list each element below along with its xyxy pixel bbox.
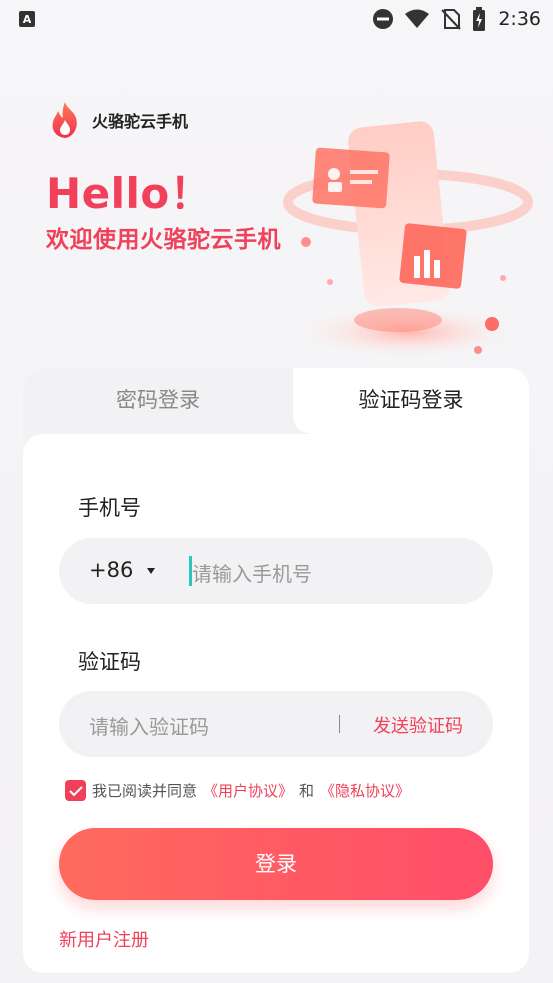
register-link[interactable]: 新用户注册 <box>59 926 149 952</box>
code-input[interactable]: 请输入验证码 <box>89 711 209 740</box>
agreement-checkbox[interactable] <box>65 780 86 801</box>
welcome-subtitle: 欢迎使用火骆驼云手机 <box>46 227 281 253</box>
code-label: 验证码 <box>78 650 141 674</box>
battery-charging-icon <box>473 7 486 31</box>
no-sim-icon <box>441 9 462 30</box>
status-bar: A 2:36 <box>0 0 553 38</box>
brand: 火骆驼云手机 <box>48 100 188 140</box>
user-agreement-link[interactable]: 《用户协议》 <box>203 780 293 801</box>
svg-text:A: A <box>23 13 32 26</box>
wifi-icon <box>405 9 430 28</box>
status-time: 2:36 <box>498 8 541 30</box>
phone-label: 手机号 <box>78 496 141 520</box>
agreement-and: 和 <box>299 782 315 800</box>
do-not-disturb-icon <box>373 9 394 29</box>
agreement-text: 我已阅读并同意 <box>92 782 198 800</box>
tab-underlay <box>23 434 293 454</box>
send-code-button[interactable]: 发送验证码 <box>373 712 463 738</box>
app-name: 火骆驼云手机 <box>92 112 189 131</box>
flame-logo-icon <box>52 102 77 138</box>
keyboard-a-icon: A <box>19 11 35 27</box>
field-divider <box>339 715 340 733</box>
phone-illustration <box>283 121 533 358</box>
tab-password-label[interactable]: 密码登录 <box>23 384 293 414</box>
code-input-group[interactable]: 请输入验证码 发送验证码 <box>59 691 493 757</box>
phone-input-group[interactable]: +86 请输入手机号 <box>59 538 493 604</box>
tab-code-label[interactable]: 验证码登录 <box>293 384 529 414</box>
login-card: 密码登录 验证码登录 手机号 +86 请输入手机号 验证码 请输入验证码 发送验… <box>23 368 529 973</box>
chevron-down-icon[interactable] <box>147 568 155 574</box>
login-button[interactable]: 登录 <box>59 828 493 900</box>
agreement-row: 我已阅读并同意 《用户协议》和《隐私协议》 <box>65 780 410 801</box>
country-code-select[interactable]: +86 <box>89 558 133 582</box>
phone-input[interactable]: 请输入手机号 <box>192 558 312 587</box>
hello-heading: Hello！ <box>46 169 213 218</box>
privacy-policy-link[interactable]: 《隐私协议》 <box>320 780 410 801</box>
check-icon <box>68 785 83 796</box>
